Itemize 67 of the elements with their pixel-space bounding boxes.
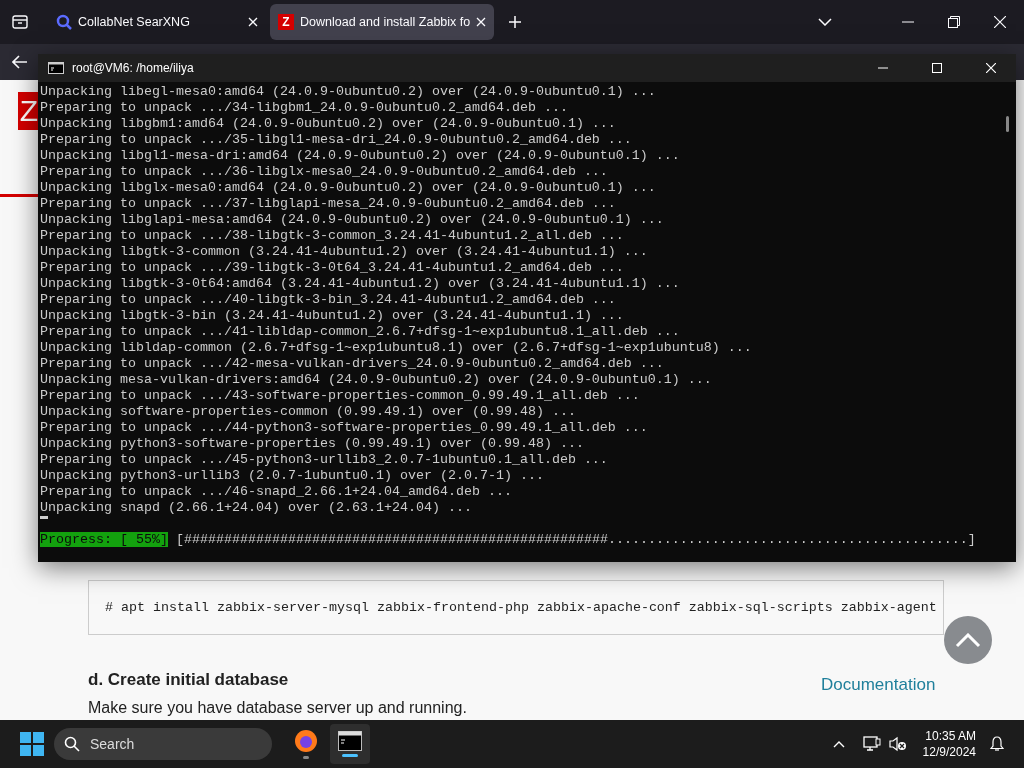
terminal-line: Unpacking libgbm1:amd64 (24.0.9-0ubuntu0.2) over (24.0.9-0ubuntu0.1) ... [40,116,616,132]
terminal-line: Preparing to unpack .../41-libldap-common_2.6.7+dfsg-1~exp1ubuntu8.1_all.deb ... [40,324,680,340]
text-cursor [40,516,48,519]
terminal-line: Unpacking libglx-mesa0:amd64 (24.0.9-0ubuntu0.2) over (24.0.9-0ubuntu0.1) ... [40,180,656,196]
search-icon [64,736,80,752]
terminal-line: Unpacking python3-software-properties (0.99.49.1) over (0.99.48) ... [40,436,584,452]
chevron-up-icon[interactable] [832,740,845,748]
terminal-line: Unpacking libldap-common (2.6.7+dfsg-1~exp1ubuntu8.1) over (2.6.7+dfsg-1~exp1ubuntu8) ... [40,340,752,356]
notification-bell-icon[interactable] [990,736,1004,752]
clock-time[interactable]: 10:35 AM [922,728,976,744]
speaker-muted-icon[interactable] [888,736,907,752]
documentation-link[interactable]: Documentation [821,672,936,698]
terminal-line: Preparing to unpack .../45-python3-urllib3_2.0.7-1ubuntu0.1_all.deb ... [40,452,608,468]
code-block: # apt install zabbix-server-mysql zabbix-frontend-php zabbix-apache-conf zabbix-sql-scripts zabbix-agent [88,580,944,635]
terminal-line: Unpacking libglapi-mesa:amd64 (24.0.9-0ubuntu0.2) over (24.0.9-0ubuntu0.1) ... [40,212,664,228]
terminal-line: Unpacking mesa-vulkan-drivers:amd64 (24.0.9-0ubuntu0.2) over (24.0.9-0ubuntu0.1) ... [40,372,712,388]
close-icon [986,63,996,73]
progress-label: Progress: [ 55%] [40,532,168,547]
terminal-icon [338,731,362,751]
close-icon[interactable] [994,16,1006,28]
logo: Z [18,92,40,130]
window-title: root@VM6: /home/iliya [72,60,195,77]
close-icon[interactable] [476,17,487,27]
terminal-line: Unpacking snapd (2.66.1+24.04) over (2.63.1+24.04) ... [40,500,472,516]
chevron-down-icon[interactable] [818,18,832,26]
scrollbar-thumb[interactable] [1006,116,1009,132]
search-icon [56,14,72,30]
terminal-line: Preparing to unpack .../37-libglapi-mesa_24.0.9-0ubuntu0.2_amd64.deb ... [40,196,616,212]
browser-tab[interactable]: Z Download and install Zabbix fo [270,4,495,40]
network-icon[interactable] [862,736,881,752]
terminal-line: Unpacking libgtk-3-bin (3.24.41-4ubuntu1.2) over (3.24.41-4ubuntu1.1) ... [40,308,624,324]
tab-list-icon[interactable] [12,15,28,29]
minimize-icon [878,67,888,69]
taskbar-search[interactable]: Search [54,728,272,760]
scroll-to-top-button[interactable] [944,616,992,664]
terminal-line: Preparing to unpack .../42-mesa-vulkan-drivers_24.0.9-0ubuntu0.2_amd64.deb ... [40,356,664,372]
taskbar-app[interactable] [330,724,370,764]
progress-bar-text: [#####################################################.............................................] [176,532,976,547]
terminal-line: Preparing to unpack .../35-libgl1-mesa-dri_24.0.9-0ubuntu0.2_amd64.deb ... [40,132,632,148]
tab-favicon: Z [278,14,294,30]
new-tab-icon[interactable] [508,15,523,29]
terminal-line: Preparing to unpack .../38-libgtk-3-common_3.24.41-4ubuntu1.2_all.deb ... [40,228,624,244]
maximize-icon [932,63,942,73]
section-heading: d. Create initial database [88,670,289,691]
terminal-line: Unpacking libgtk-3-common (3.24.41-4ubuntu1.2) over (3.24.41-4ubuntu1.1) ... [40,244,648,260]
terminal-line: Unpacking libgl1-mesa-dri:amd64 (24.0.9-0ubuntu0.2) over (24.0.9-0ubuntu0.1) ... [40,148,680,164]
terminal-line: Preparing to unpack .../36-libglx-mesa0_24.0.9-0ubuntu0.2_amd64.deb ... [40,164,608,180]
terminal-line: Unpacking libegl-mesa0:amd64 (24.0.9-0ubuntu0.2) over (24.0.9-0ubuntu0.1) ... [40,84,656,100]
terminal-line: Preparing to unpack .../34-libgbm1_24.0.9-0ubuntu0.2_amd64.deb ... [40,100,568,116]
terminal-line: Preparing to unpack .../46-snapd_2.66.1+24.04_amd64.deb ... [40,484,512,500]
restore-icon[interactable] [948,16,960,28]
paragraph: Make sure you have database server up and running. [88,698,467,718]
windows-start-icon[interactable] [20,732,44,756]
terminal-line: Preparing to unpack .../43-software-properties-common_0.99.49.1_all.deb ... [40,388,640,404]
chevron-up-icon [955,632,981,648]
terminal-line: Unpacking python3-urllib3 (2.0.7-1ubuntu0.1) over (2.0.7-1) ... [40,468,544,484]
terminal-line: Unpacking software-properties-common (0.99.49.1) over (0.99.48) ... [40,404,576,420]
close-icon[interactable] [248,17,258,27]
console-icon [48,62,64,74]
clock-date[interactable]: 12/9/2024 [922,744,976,760]
back-arrow-icon[interactable] [12,55,28,69]
terminal-line: Preparing to unpack .../44-python3-software-properties_0.99.49.1_all.deb ... [40,420,648,436]
terminal-line: Preparing to unpack .../40-libgtk-3-bin_3.24.41-4ubuntu1.2_amd64.deb ... [40,292,616,308]
browser-icon [294,729,318,753]
terminal-line: Unpacking libgtk-3-0t64:amd64 (3.24.41-4ubuntu1.2) over (3.24.41-4ubuntu1.1) ... [40,276,680,292]
terminal-line: Preparing to unpack .../39-libgtk-3-0t64_3.24.41-4ubuntu1.2_amd64.deb ... [40,260,624,276]
browser-tab[interactable]: CollabNet SearXNG [48,4,266,40]
